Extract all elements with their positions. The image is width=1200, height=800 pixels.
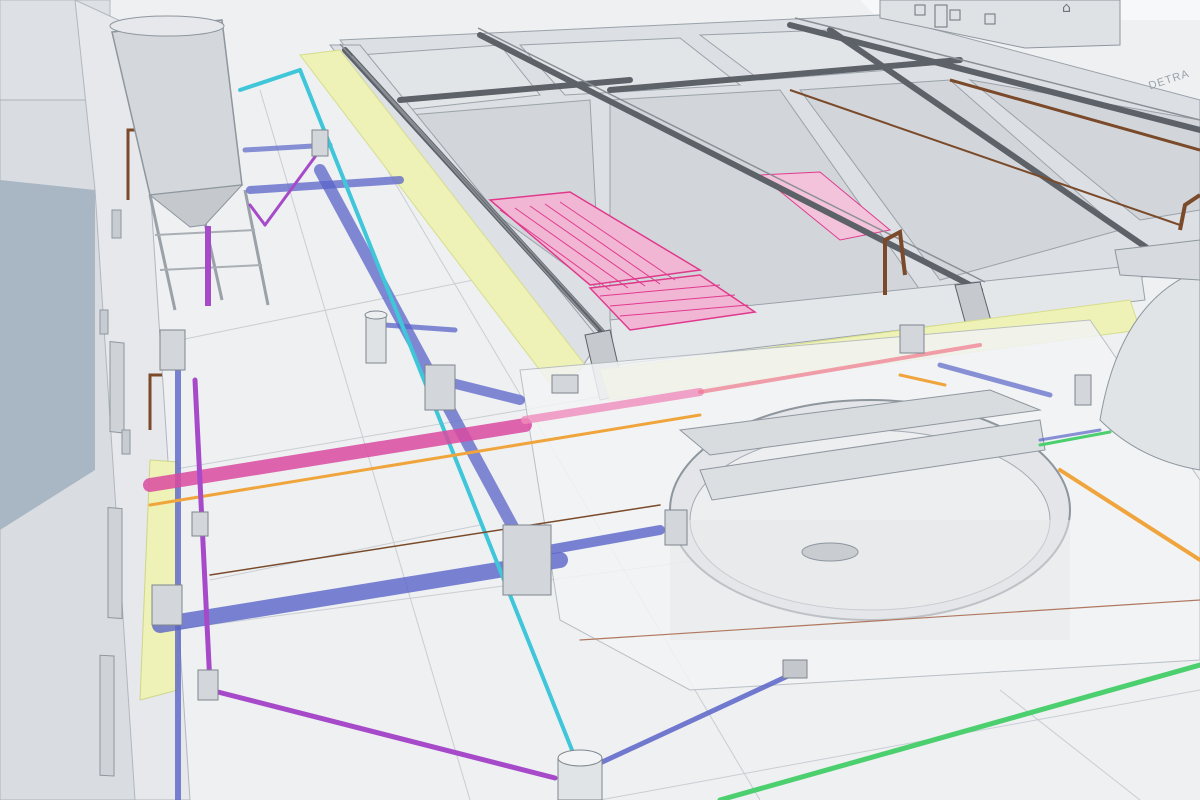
plant-3d-scene[interactable]: ⌂ [0, 0, 1200, 800]
building-window [111, 209, 122, 239]
chamber [502, 524, 552, 596]
building-door [107, 507, 123, 620]
home-marker-icon: ⌂ [1062, 0, 1071, 16]
building-window [121, 429, 131, 455]
building-door [99, 654, 115, 777]
chamber [664, 509, 688, 546]
clarifier[interactable] [519, 319, 1200, 691]
chamber [899, 324, 925, 354]
silo-top [109, 15, 225, 37]
building-door [109, 341, 125, 434]
chamber-top [364, 310, 388, 320]
clarifier-base-ring [670, 520, 1070, 640]
building-window [99, 309, 109, 335]
building-dark-face [0, 180, 95, 530]
chamber-top [557, 749, 603, 767]
chamber [197, 669, 219, 701]
chamber [151, 584, 183, 626]
silo-outlet-pipe [205, 226, 211, 306]
chamber [424, 364, 456, 411]
chamber [1074, 374, 1092, 406]
chamber [191, 511, 209, 537]
chamber [782, 659, 808, 679]
chamber [365, 314, 387, 364]
clarifier-center-well [801, 542, 859, 562]
chamber [311, 129, 329, 157]
bim-3d-viewport[interactable]: ⌂ DETRA [0, 0, 1200, 800]
chamber [159, 329, 186, 371]
chamber [551, 374, 579, 394]
